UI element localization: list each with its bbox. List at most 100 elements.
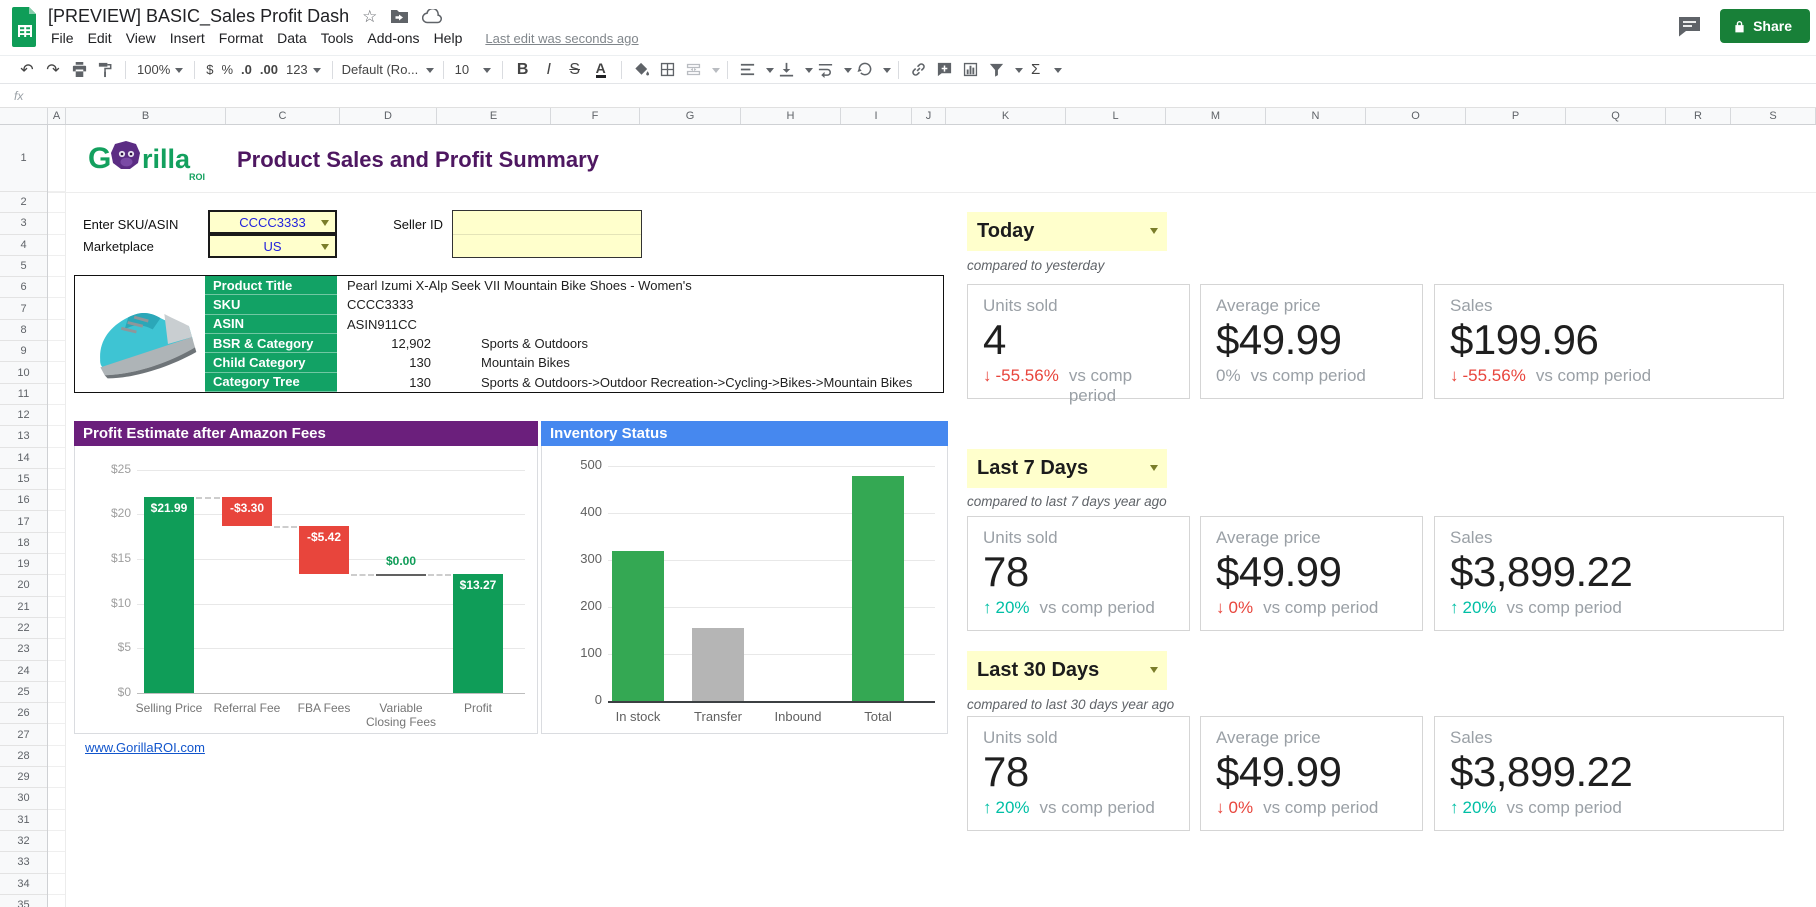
- row-header-25[interactable]: 25: [0, 682, 47, 703]
- row-header-29[interactable]: 29: [0, 767, 47, 788]
- zoom-select[interactable]: 100%: [133, 58, 187, 82]
- format-currency-button[interactable]: $: [202, 58, 217, 82]
- column-header-P[interactable]: P: [1466, 108, 1566, 124]
- column-header-D[interactable]: D: [340, 108, 437, 124]
- move-folder-icon[interactable]: [390, 9, 409, 24]
- row-header-5[interactable]: 5: [0, 256, 47, 277]
- more-formats-button[interactable]: 123: [282, 58, 325, 82]
- menu-view[interactable]: View: [119, 28, 163, 48]
- row-header-21[interactable]: 21: [0, 597, 47, 618]
- functions-button[interactable]: Σ: [1023, 58, 1049, 82]
- menu-format[interactable]: Format: [212, 28, 270, 48]
- sheets-logo-icon[interactable]: [10, 7, 40, 52]
- column-header-H[interactable]: H: [741, 108, 841, 124]
- dropdown-arrow-icon[interactable]: [321, 244, 329, 254]
- menu-data[interactable]: Data: [270, 28, 314, 48]
- comments-button[interactable]: [1677, 16, 1702, 37]
- text-wrap-icon[interactable]: [813, 58, 839, 82]
- italic-button[interactable]: I: [536, 58, 562, 82]
- filter-icon[interactable]: [984, 58, 1010, 82]
- bold-button[interactable]: B: [510, 58, 536, 82]
- row-header-1[interactable]: 1: [0, 125, 47, 192]
- row-header-19[interactable]: 19: [0, 554, 47, 575]
- row-header-34[interactable]: 34: [0, 874, 47, 895]
- borders-icon[interactable]: [655, 58, 681, 82]
- row-header-15[interactable]: 15: [0, 469, 47, 490]
- row-header-18[interactable]: 18: [0, 533, 47, 554]
- row-header-20[interactable]: 20: [0, 575, 47, 596]
- column-header-B[interactable]: B: [66, 108, 226, 124]
- format-percent-button[interactable]: %: [217, 58, 237, 82]
- dropdown-arrow-icon[interactable]: [321, 220, 329, 230]
- marketplace-dropdown[interactable]: US: [208, 234, 337, 258]
- dropdown-arrow-icon[interactable]: [1150, 228, 1158, 238]
- column-header-L[interactable]: L: [1066, 108, 1166, 124]
- text-rotation-icon[interactable]: [852, 58, 878, 82]
- column-header-J[interactable]: J: [912, 108, 946, 124]
- row-header-35[interactable]: 35: [0, 895, 47, 907]
- font-size-select[interactable]: 10: [451, 58, 495, 82]
- row-header-14[interactable]: 14: [0, 448, 47, 469]
- increase-decimal-button[interactable]: .00: [256, 58, 282, 82]
- menu-help[interactable]: Help: [427, 28, 470, 48]
- row-header-7[interactable]: 7: [0, 298, 47, 319]
- star-icon[interactable]: ☆: [362, 8, 377, 25]
- row-header-22[interactable]: 22: [0, 618, 47, 639]
- column-header-E[interactable]: E: [437, 108, 551, 124]
- row-header-13[interactable]: 13: [0, 426, 47, 447]
- dropdown-arrow-icon[interactable]: [1150, 667, 1158, 677]
- redo-icon[interactable]: ↷: [40, 58, 66, 82]
- period-dropdown-today[interactable]: Today: [967, 212, 1167, 251]
- menu-add-ons[interactable]: Add-ons: [360, 28, 426, 48]
- period-dropdown-last-30-days[interactable]: Last 30 Days: [967, 651, 1167, 690]
- merge-cells-icon[interactable]: [681, 58, 707, 82]
- insert-chart-icon[interactable]: [958, 58, 984, 82]
- menu-edit[interactable]: Edit: [81, 28, 119, 48]
- row-header-27[interactable]: 27: [0, 724, 47, 745]
- share-button[interactable]: Share: [1720, 9, 1810, 43]
- row-header-3[interactable]: 3: [0, 213, 47, 234]
- seller-id-input[interactable]: [452, 210, 642, 258]
- row-header-10[interactable]: 10: [0, 362, 47, 383]
- column-header-M[interactable]: M: [1166, 108, 1266, 124]
- horizontal-align-icon[interactable]: [735, 58, 761, 82]
- row-header-30[interactable]: 30: [0, 788, 47, 809]
- column-header-K[interactable]: K: [946, 108, 1066, 124]
- row-header-31[interactable]: 31: [0, 810, 47, 831]
- paint-format-icon[interactable]: [92, 58, 118, 82]
- row-header-28[interactable]: 28: [0, 746, 47, 767]
- column-header-S[interactable]: S: [1731, 108, 1816, 124]
- column-header-Q[interactable]: Q: [1566, 108, 1666, 124]
- cloud-status-icon[interactable]: [422, 9, 443, 24]
- undo-icon[interactable]: ↶: [14, 58, 40, 82]
- gorilla-roi-link[interactable]: www.GorillaROI.com: [85, 740, 205, 755]
- doc-title[interactable]: [PREVIEW] BASIC_Sales Profit Dash: [48, 6, 349, 27]
- row-header-17[interactable]: 17: [0, 511, 47, 532]
- row-header-9[interactable]: 9: [0, 341, 47, 362]
- row-header-24[interactable]: 24: [0, 661, 47, 682]
- column-header-C[interactable]: C: [226, 108, 340, 124]
- row-header-4[interactable]: 4: [0, 235, 47, 256]
- column-header-O[interactable]: O: [1366, 108, 1466, 124]
- menu-insert[interactable]: Insert: [163, 28, 212, 48]
- strikethrough-button[interactable]: S: [562, 58, 588, 82]
- row-header-23[interactable]: 23: [0, 639, 47, 660]
- menu-tools[interactable]: Tools: [314, 28, 361, 48]
- insert-link-icon[interactable]: [906, 58, 932, 82]
- row-header-32[interactable]: 32: [0, 831, 47, 852]
- row-header-33[interactable]: 33: [0, 852, 47, 873]
- insert-comment-icon[interactable]: [932, 58, 958, 82]
- row-header-12[interactable]: 12: [0, 405, 47, 426]
- text-color-button[interactable]: A: [588, 58, 614, 82]
- column-header-I[interactable]: I: [841, 108, 912, 124]
- last-edit-link[interactable]: Last edit was seconds ago: [485, 31, 638, 46]
- column-header-A[interactable]: A: [48, 108, 66, 124]
- column-header-F[interactable]: F: [551, 108, 640, 124]
- fill-color-icon[interactable]: [629, 58, 655, 82]
- decrease-decimal-button[interactable]: .0: [237, 58, 256, 82]
- row-header-6[interactable]: 6: [0, 277, 47, 298]
- dropdown-arrow-icon[interactable]: [1150, 465, 1158, 475]
- column-header-G[interactable]: G: [640, 108, 741, 124]
- formula-input[interactable]: [46, 85, 1816, 107]
- period-dropdown-last-7-days[interactable]: Last 7 Days: [967, 449, 1167, 488]
